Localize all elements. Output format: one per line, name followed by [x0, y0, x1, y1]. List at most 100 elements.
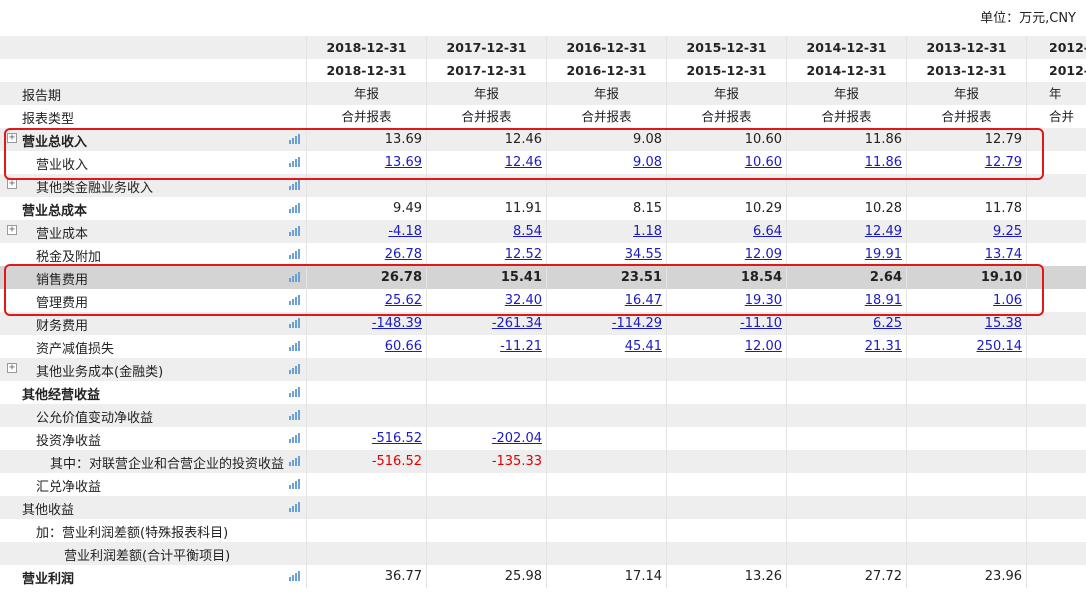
bar-chart-icon[interactable] — [289, 249, 301, 259]
bar-chart-icon[interactable] — [289, 203, 301, 213]
header-cell: 2013-12-31 — [907, 59, 1027, 82]
value-cell — [1027, 427, 1086, 450]
bar-chart-icon[interactable] — [289, 479, 301, 489]
row-label-cell: 营业收入 — [0, 151, 307, 174]
value-cell — [667, 450, 787, 473]
value-cell[interactable]: 15.38 — [907, 312, 1027, 335]
bar-chart-icon[interactable] — [289, 456, 301, 466]
value-cell — [667, 496, 787, 519]
row-label-cell: + 其他类金融业务收入 — [0, 174, 307, 197]
value-cell — [1027, 197, 1086, 220]
value-cell[interactable]: 10.60 — [667, 151, 787, 174]
value-cell[interactable]: 21.31 — [787, 335, 907, 358]
header-cell: 合并 — [1049, 109, 1075, 124]
value-cell[interactable]: 12.49 — [787, 220, 907, 243]
value-cell — [787, 542, 907, 565]
value-cell[interactable]: 9.08 — [547, 151, 667, 174]
expand-plus-icon[interactable]: + — [7, 179, 17, 189]
value-cell[interactable]: -202.04 — [427, 427, 547, 450]
table-row: 其他收益 — [0, 496, 1086, 519]
value-cell[interactable]: 6.25 — [787, 312, 907, 335]
value-cell — [427, 519, 547, 542]
value-cell[interactable]: 12.52 — [427, 243, 547, 266]
value-cell[interactable]: 32.40 — [427, 289, 547, 312]
bar-chart-icon[interactable] — [289, 387, 301, 397]
header-row-dates-2: 2018-12-31 2017-12-31 2016-12-31 2015-12-31… — [0, 59, 1086, 82]
value-cell[interactable]: -148.39 — [307, 312, 427, 335]
value-cell[interactable]: 34.55 — [547, 243, 667, 266]
bar-chart-icon[interactable] — [289, 502, 301, 512]
value-cell — [427, 358, 547, 381]
value-cell[interactable]: 11.86 — [787, 151, 907, 174]
value-cell[interactable]: 6.64 — [667, 220, 787, 243]
value-cell[interactable]: 8.54 — [427, 220, 547, 243]
value-cell[interactable]: 13.74 — [907, 243, 1027, 266]
value-cell: 36.77 — [307, 565, 427, 588]
bar-chart-icon[interactable] — [289, 226, 301, 236]
row-label: 营业总收入 — [22, 135, 88, 150]
value-cell — [907, 427, 1027, 450]
value-cell: 12.46 — [427, 128, 547, 151]
value-cell[interactable]: 12.00 — [667, 335, 787, 358]
value-cell[interactable]: -11.10 — [667, 312, 787, 335]
value-cell — [307, 542, 427, 565]
expand-plus-icon[interactable]: + — [7, 225, 17, 235]
value-cell: 11.86 — [787, 128, 907, 151]
value-cell — [667, 404, 787, 427]
bar-chart-icon[interactable] — [289, 364, 301, 374]
value-cell: 23.96 — [907, 565, 1027, 588]
bar-chart-icon[interactable] — [289, 318, 301, 328]
row-label: 汇兑净收益 — [36, 480, 102, 495]
row-label-cell: 销售费用 — [0, 266, 307, 289]
value-cell[interactable]: 1.06 — [907, 289, 1027, 312]
value-cell — [907, 174, 1027, 197]
value-cell — [307, 358, 427, 381]
value-cell[interactable]: -114.29 — [547, 312, 667, 335]
bar-chart-icon[interactable] — [289, 134, 301, 144]
value-cell[interactable]: 18.91 — [787, 289, 907, 312]
value-cell: -135.33 — [427, 450, 547, 473]
value-cell[interactable]: 12.09 — [667, 243, 787, 266]
bar-chart-icon[interactable] — [289, 272, 301, 282]
value-cell — [427, 473, 547, 496]
bar-chart-icon[interactable] — [289, 341, 301, 351]
value-cell[interactable]: 60.66 — [307, 335, 427, 358]
table-row: 财务费用 -148.39 -261.34 -114.29 -11.10 6.25 15.38 — [0, 312, 1086, 335]
value-cell[interactable]: 9.25 — [907, 220, 1027, 243]
bar-chart-icon[interactable] — [289, 180, 301, 190]
value-cell — [787, 519, 907, 542]
bar-chart-icon[interactable] — [289, 433, 301, 443]
value-cell — [1027, 565, 1086, 588]
value-cell[interactable]: 19.30 — [667, 289, 787, 312]
value-cell[interactable]: 19.91 — [787, 243, 907, 266]
expand-plus-icon[interactable]: + — [7, 363, 17, 373]
row-label-cell: 加：营业利润差额(特殊报表科目) — [0, 519, 307, 542]
value-cell[interactable]: 250.14 — [907, 335, 1027, 358]
value-cell[interactable]: 26.78 — [307, 243, 427, 266]
bar-chart-icon[interactable] — [289, 410, 301, 420]
value-cell[interactable]: -261.34 — [427, 312, 547, 335]
bar-chart-icon[interactable] — [289, 295, 301, 305]
value-cell — [307, 473, 427, 496]
expand-plus-icon[interactable]: + — [7, 133, 17, 143]
table-row: 管理费用 25.62 32.40 16.47 19.30 18.91 1.06 — [0, 289, 1086, 312]
value-cell[interactable]: -4.18 — [307, 220, 427, 243]
value-cell[interactable]: 12.46 — [427, 151, 547, 174]
value-cell — [787, 404, 907, 427]
value-cell — [1027, 381, 1086, 404]
bar-chart-icon[interactable] — [289, 571, 301, 581]
value-cell — [547, 358, 667, 381]
header-cell: 2016-12-31 — [547, 59, 667, 82]
row-label: 营业总成本 — [22, 204, 88, 219]
bar-chart-icon[interactable] — [289, 157, 301, 167]
value-cell[interactable]: 16.47 — [547, 289, 667, 312]
value-cell[interactable]: 25.62 — [307, 289, 427, 312]
value-cell[interactable]: 12.79 — [907, 151, 1027, 174]
value-cell[interactable]: 13.69 — [307, 151, 427, 174]
value-cell[interactable]: -11.21 — [427, 335, 547, 358]
value-cell[interactable]: 1.18 — [547, 220, 667, 243]
value-cell — [1027, 542, 1086, 565]
value-cell[interactable]: -516.52 — [307, 427, 427, 450]
financial-table: 2018-12-31 2017-12-31 2016-12-31 2015-12-31… — [0, 36, 1086, 588]
value-cell[interactable]: 45.41 — [547, 335, 667, 358]
